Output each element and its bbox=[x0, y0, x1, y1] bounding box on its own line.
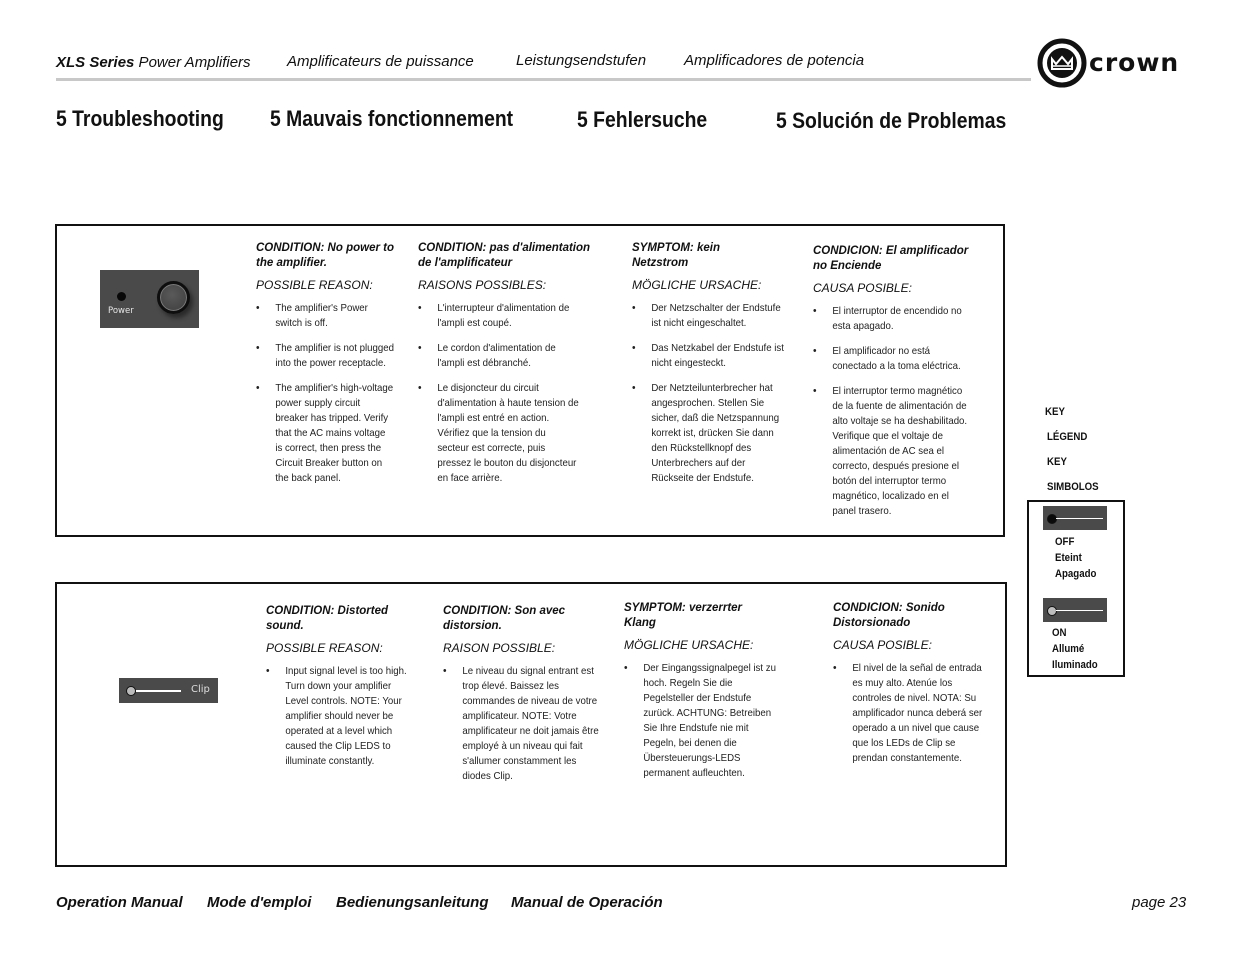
column-de-no-power: SYMPTOM: kein Netzstrom MÖGLICHE URSACHE… bbox=[632, 241, 802, 496]
list-item: Le cordon d'alimentation de l'ampli est … bbox=[418, 341, 579, 371]
crown-logo-text: crown bbox=[1089, 48, 1180, 77]
key-off-text: OFF Eteint Apagado bbox=[1055, 534, 1096, 582]
key-on-line bbox=[1056, 610, 1103, 611]
footer-manual-fr: Mode d'emploi bbox=[207, 894, 312, 911]
clip-indicator-line bbox=[136, 690, 181, 692]
reason-label: CAUSA POSIBLE: bbox=[833, 638, 932, 652]
clip-label: Clip bbox=[191, 684, 210, 695]
header-rule bbox=[56, 78, 1031, 81]
key-label-fr: LÉGEND bbox=[1047, 431, 1088, 443]
reason-label: RAISON POSSIBLE: bbox=[443, 641, 556, 655]
page-number: page 23 bbox=[1132, 894, 1187, 911]
key-on-text: ON Allumé Iluminado bbox=[1052, 625, 1098, 673]
led-off-icon bbox=[1047, 514, 1057, 524]
header-title-de: Leistungsendstufen bbox=[516, 52, 647, 69]
column-es-no-power: CONDICION: El amplificador no Enciende C… bbox=[813, 244, 983, 529]
list-item: El interruptor termo magnético de la fue… bbox=[813, 384, 969, 519]
reason-label: MÖGLICHE URSACHE: bbox=[624, 638, 754, 652]
reason-label: POSSIBLE REASON: bbox=[256, 278, 373, 292]
list-item: Le disjoncteur du circuit d'alimentation… bbox=[418, 381, 579, 486]
list-item: Der Netzteilunterbrecher hat angesproche… bbox=[632, 381, 788, 486]
power-panel-image: Power bbox=[100, 270, 199, 328]
footer-manual-de: Bedienungsanleitung bbox=[336, 894, 489, 911]
list-item: El nivel de la señal de entrada es muy a… bbox=[833, 661, 989, 766]
key-off-es: Apagado bbox=[1055, 568, 1097, 580]
header-title-es: Amplificadores de potencia bbox=[684, 52, 865, 69]
list-item: L'interrupteur d'alimentation de l'ampli… bbox=[418, 301, 579, 331]
key-label-es: SIMBOLOS bbox=[1047, 481, 1099, 493]
header-title-fr: Amplificateurs de puissance bbox=[287, 53, 474, 70]
section-title-fr: 5 Mauvais fonctionnement bbox=[270, 106, 514, 131]
list-item: Das Netzkabel der Endstufe ist nicht ein… bbox=[632, 341, 788, 371]
key-off-fr: Eteint bbox=[1055, 552, 1082, 564]
header-series-rest: Power Amplifiers bbox=[134, 54, 251, 71]
header-series-bold: XLS Series bbox=[56, 54, 135, 71]
key-on-es: Iluminado bbox=[1052, 659, 1098, 671]
reason-label: POSSIBLE REASON: bbox=[266, 641, 383, 655]
list-item: The amplifier's Power switch is off. bbox=[256, 301, 394, 331]
condition-heading: CONDICION: El amplificador no Enciende bbox=[813, 245, 969, 272]
key-on-en: ON bbox=[1052, 627, 1067, 639]
condition-heading: CONDICION: Sonido Distorsionado bbox=[833, 602, 945, 629]
section-title-es: 5 Solución de Problemas bbox=[776, 108, 1007, 133]
column-fr-no-power: CONDITION: pas d'alimentation de l'ampli… bbox=[418, 241, 593, 496]
list-item: Le niveau du signal entrant est trop éle… bbox=[443, 664, 599, 784]
footer-manual-en: Operation Manual bbox=[56, 894, 183, 911]
list-item: The amplifier's high-voltage power suppl… bbox=[256, 381, 394, 486]
power-switch-icon bbox=[157, 281, 190, 314]
list-item: Der Netzschalter der Endstufe ist nicht … bbox=[632, 301, 788, 331]
footer-manual-es: Manual de Operación bbox=[511, 894, 663, 911]
column-de-distortion: SYMPTOM: verzerrter Klang MÖGLICHE URSAC… bbox=[624, 601, 794, 791]
list-item: El amplificador no está conectado a la t… bbox=[813, 344, 969, 374]
condition-heading: SYMPTOM: kein Netzstrom bbox=[632, 242, 720, 269]
key-off-indicator bbox=[1043, 506, 1107, 530]
power-led-icon bbox=[117, 292, 126, 301]
list-item: The amplifier is not plugged into the po… bbox=[256, 341, 394, 371]
header-series-title: XLS Series Power Amplifiers bbox=[56, 54, 251, 71]
list-item: Input signal level is too high. Turn dow… bbox=[266, 664, 413, 769]
condition-heading: CONDITION: Son avec distorsion. bbox=[443, 605, 566, 632]
list-item: El interruptor de encendido no esta apag… bbox=[813, 304, 969, 334]
section-title-de: 5 Fehlersuche bbox=[577, 107, 708, 132]
condition-heading: CONDITION: pas d'alimentation de l'ampli… bbox=[418, 242, 591, 269]
power-label: Power bbox=[108, 306, 134, 316]
key-label-en: KEY bbox=[1045, 406, 1065, 418]
led-on-icon bbox=[1047, 606, 1057, 616]
reason-label: MÖGLICHE URSACHE: bbox=[632, 278, 762, 292]
key-off-line bbox=[1056, 518, 1103, 519]
key-label-de: KEY bbox=[1047, 456, 1067, 468]
clip-led-icon bbox=[126, 686, 136, 696]
list-item: Der Eingangssignalpegel ist zu hoch. Reg… bbox=[624, 661, 780, 781]
key-legend-box: OFF Eteint Apagado ON Allumé Iluminado bbox=[1027, 500, 1125, 677]
column-fr-distortion: CONDITION: Son avec distorsion. RAISON P… bbox=[443, 604, 613, 794]
condition-heading: CONDITION: Distorted sound. bbox=[266, 605, 389, 632]
column-es-distortion: CONDICION: Sonido Distorsionado CAUSA PO… bbox=[833, 601, 1003, 776]
key-off-en: OFF bbox=[1055, 536, 1075, 548]
reason-label: RAISONS POSSIBLES: bbox=[418, 278, 547, 292]
column-en-distortion: CONDITION: Distorted sound. POSSIBLE REA… bbox=[266, 604, 426, 779]
clip-panel-image: Clip bbox=[119, 678, 218, 703]
condition-heading: CONDITION: No power to the amplifier. bbox=[256, 242, 394, 269]
key-on-indicator bbox=[1043, 598, 1107, 622]
crown-logo-icon bbox=[1037, 38, 1087, 88]
crown-logo: crown bbox=[1037, 38, 1187, 90]
column-en-no-power: CONDITION: No power to the amplifier. PO… bbox=[256, 241, 406, 496]
condition-heading: SYMPTOM: verzerrter Klang bbox=[624, 602, 743, 629]
key-on-fr: Allumé bbox=[1052, 643, 1085, 655]
section-title-en: 5 Troubleshooting bbox=[56, 106, 224, 131]
reason-label: CAUSA POSIBLE: bbox=[813, 281, 912, 295]
